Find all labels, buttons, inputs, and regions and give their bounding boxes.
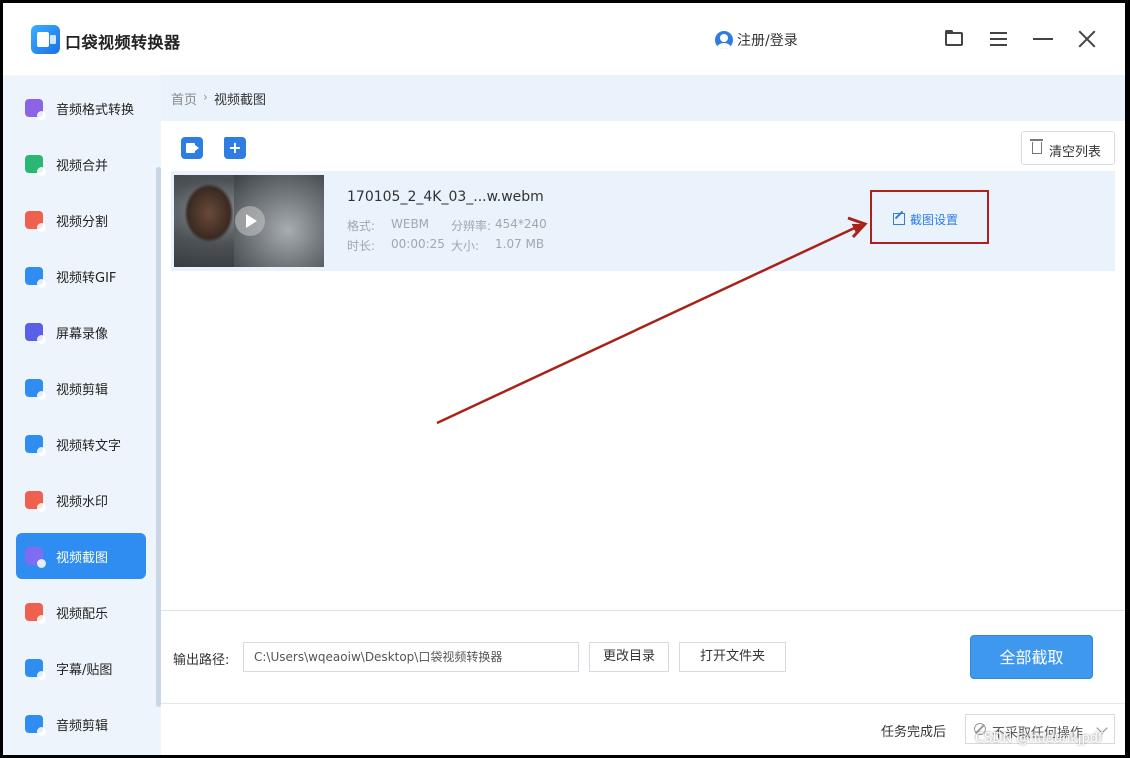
divider: [161, 610, 1125, 611]
login-label: 注册/登录: [737, 33, 798, 49]
play-icon[interactable]: [235, 206, 265, 236]
resolution-label: 分辨率:: [451, 219, 492, 233]
video-screenshot-icon: [25, 547, 46, 568]
capture-all-button[interactable]: 全部截取: [970, 635, 1093, 679]
audio-convert-icon: [25, 99, 46, 120]
sidebar-item-label: 视频配乐: [56, 607, 109, 622]
minimize-icon[interactable]: [1031, 27, 1055, 51]
screen-record-icon: [25, 323, 46, 344]
duration-value: 00:00:25: [391, 237, 445, 251]
sidebar-item-label: 字幕/贴图: [56, 663, 113, 678]
user-avatar-icon: [715, 31, 733, 49]
sidebar-item[interactable]: 视频合并: [16, 141, 146, 187]
clear-list-label: 清空列表: [1049, 145, 1102, 160]
video-watermark-icon: [25, 491, 46, 512]
sidebar-item[interactable]: 屏幕录像: [16, 309, 146, 355]
video-merge-icon: [25, 155, 46, 176]
sidebar-item[interactable]: 视频截图: [16, 533, 146, 579]
open-folder-button[interactable]: 打开文件夹: [679, 642, 786, 672]
sidebar-item-label: 音频格式转换: [56, 103, 135, 118]
sidebar-item[interactable]: 字幕/贴图: [16, 645, 146, 691]
add-folder-icon[interactable]: [224, 137, 246, 159]
sidebar: 音频格式转换 视频合并视频分割视频转GIF 屏幕录像视频剪辑视频转文字视频水印视频截…: [3, 75, 161, 755]
menu-icon[interactable]: [987, 27, 1011, 51]
audio-edit-icon: [25, 715, 46, 736]
sidebar-item[interactable]: 视频水印: [16, 477, 146, 523]
sidebar-item[interactable]: 音频剪辑: [16, 701, 146, 747]
output-path-label: 输出路径:: [173, 653, 230, 668]
sidebar-item[interactable]: 音频格式转换: [16, 85, 146, 131]
sidebar-item[interactable]: 视频配乐: [16, 589, 146, 635]
change-directory-button[interactable]: 更改目录: [589, 642, 669, 672]
duration-label: 时长:: [347, 239, 376, 253]
login-button[interactable]: 注册/登录: [715, 29, 798, 51]
sidebar-item-label: 视频转文字: [56, 439, 122, 454]
add-file-icon[interactable]: [181, 137, 203, 159]
sidebar-scrollbar[interactable]: [156, 167, 161, 707]
trash-icon: [1030, 139, 1043, 154]
after-task-label: 任务完成后: [881, 725, 947, 740]
sidebar-item-label: 视频水印: [56, 495, 109, 510]
sidebar-item-label: 视频剪辑: [56, 383, 109, 398]
size-value: 1.07 MB: [495, 237, 545, 251]
folder-icon[interactable]: [943, 27, 967, 51]
breadcrumb-current: 视频截图: [214, 93, 267, 108]
breadcrumb-home[interactable]: 首页: [171, 89, 197, 108]
video-thumbnail[interactable]: [174, 175, 324, 267]
subtitle-sticker-icon: [25, 659, 46, 680]
size-label: 大小:: [451, 239, 480, 253]
sidebar-item[interactable]: 视频分割: [16, 197, 146, 243]
sidebar-item-label: 屏幕录像: [56, 327, 109, 342]
clear-list-button[interactable]: 清空列表: [1021, 131, 1115, 165]
sidebar-item-label: 视频分割: [56, 215, 109, 230]
sidebar-item[interactable]: 视频转GIF: [16, 253, 146, 299]
output-path-field[interactable]: C:\Users\wqeaoiw\Desktop\口袋视频转换器: [243, 642, 579, 672]
format-label: 格式:: [347, 219, 376, 233]
video-music-icon: [25, 603, 46, 624]
video-text-icon: [25, 435, 46, 456]
sidebar-item-label: 视频合并: [56, 159, 109, 174]
title-bar: 口袋视频转换器 注册/登录: [3, 3, 1125, 75]
app-window: 口袋视频转换器 注册/登录 音频格式转换 视频合并 视频分割 视频转GIF 屏幕录像 视频…: [3, 3, 1125, 755]
sidebar-item-label: 视频转GIF: [56, 271, 117, 286]
video-gif-icon: [25, 267, 46, 288]
highlight-box: [870, 190, 989, 244]
close-icon[interactable]: [1075, 27, 1099, 51]
divider: [161, 703, 1125, 704]
sidebar-item[interactable]: 视频剪辑: [16, 365, 146, 411]
file-name: 170105_2_4K_03_...w.webm: [347, 189, 544, 205]
format-value: WEBM: [391, 217, 430, 231]
resolution-value: 454*240: [495, 217, 547, 231]
breadcrumb-separator: ›: [203, 90, 208, 104]
video-edit-icon: [25, 379, 46, 400]
app-logo-icon: [31, 25, 60, 54]
breadcrumb: 首页 › 视频截图: [161, 75, 1125, 121]
sidebar-item[interactable]: 视频转文字: [16, 421, 146, 467]
sidebar-item-label: 视频截图: [56, 551, 109, 566]
video-split-icon: [25, 211, 46, 232]
watermark: CSDN @hudunkjpdf: [975, 731, 1103, 746]
sidebar-item-label: 音频剪辑: [56, 719, 109, 734]
app-title: 口袋视频转换器: [65, 33, 181, 52]
